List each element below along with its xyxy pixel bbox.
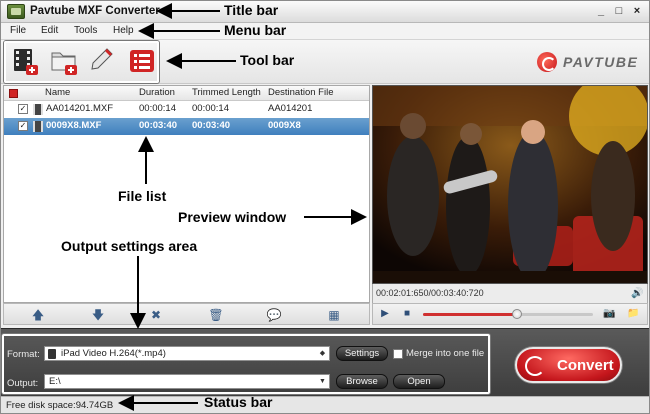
annotation-arrows: [118, 3, 367, 411]
